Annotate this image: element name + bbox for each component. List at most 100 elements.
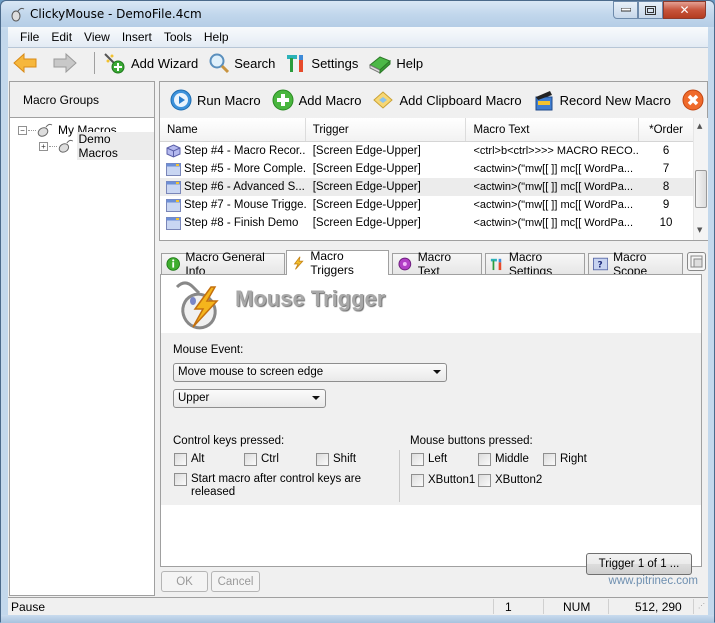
table-row[interactable]: Step #5 - More Comple... [Screen Edge-Up… [160,160,693,178]
scroll-thumb[interactable] [695,170,707,208]
checkbox-box[interactable] [478,453,491,466]
menu-tools[interactable]: Tools [158,30,198,44]
macro-order: 10 [659,217,673,229]
back-arrow-icon [13,52,37,74]
menu-insert[interactable]: Insert [116,30,158,44]
ctrl-checkbox[interactable]: Ctrl [244,453,279,466]
add-clipboard-macro-button[interactable]: Add Clipboard Macro [372,89,522,111]
tab-macro-scope[interactable]: ? Macro Scope [588,250,683,278]
checkbox-box[interactable] [244,453,257,466]
column-header-name[interactable]: Name [160,118,306,141]
table-row[interactable]: Step #6 - Advanced S... [Screen Edge-Upp… [160,178,693,196]
collapse-icon[interactable]: − [18,125,27,135]
mouse-group-icon [58,139,73,153]
table-row[interactable]: Step #8 - Finish Demo [Screen Edge-Upper… [160,214,693,232]
help-button[interactable]: Help [368,52,423,74]
menu-bar: File Edit View Insert Tools Help [8,27,708,48]
scroll-down-icon[interactable]: ▼ [697,226,702,234]
add-wizard-button[interactable]: Add Wizard [103,52,198,74]
left-button-checkbox[interactable]: Left [411,453,447,466]
macro-trigger: [Screen Edge-Upper] [312,199,421,211]
mouse-event-select[interactable]: Move mouse to screen edge [173,363,447,382]
website-link[interactable]: www.pitrinec.com [609,575,698,587]
search-button[interactable]: Search [208,52,275,74]
status-coordinates: 512, 290 [635,600,682,614]
resize-grip-icon[interactable]: ⋰ [698,602,705,610]
record-new-macro-button[interactable]: Record New Macro [533,89,671,111]
play-icon [170,89,192,111]
checkbox-box[interactable] [174,473,187,486]
dock-panel-icon[interactable] [687,252,706,271]
table-row[interactable]: Step #7 - Mouse Trigge... [Screen Edge-U… [160,196,693,214]
macro-order: 9 [662,199,670,211]
back-button[interactable] [12,52,42,74]
middle-button-checkbox[interactable]: Middle [478,453,529,466]
mouse-event-value: Move mouse to screen edge [178,366,324,378]
macro-name: Step #6 - Advanced S... [184,181,305,193]
screen-edge-select[interactable]: Upper [173,389,326,408]
tree-connector [48,145,57,147]
toolbar-separator [94,52,95,74]
maximize-button[interactable] [638,1,663,19]
menu-edit[interactable]: Edit [45,30,78,44]
tree-item-demo-macros[interactable]: + Demo Macros [10,132,155,160]
macro-name: Step #4 - Macro Recor... [184,145,306,157]
settings-tools-icon [287,55,304,72]
add-macro-label: Add Macro [298,92,362,108]
right-button-checkbox[interactable]: Right [543,453,587,466]
pane-splitter[interactable] [159,240,708,245]
help-book-icon [369,56,392,74]
settings-button[interactable]: Settings [285,52,358,74]
tab-macro-triggers[interactable]: Macro Triggers [286,249,389,277]
window-title: ClickyMouse - DemoFile.4cm [30,7,202,21]
menu-help[interactable]: Help [198,30,235,44]
macro-name: Step #5 - More Comple... [184,163,306,175]
shift-checkbox[interactable]: Shift [316,453,356,466]
macro-order: 6 [662,145,670,157]
help-label: Help [396,55,424,71]
ok-button[interactable]: OK [161,571,208,592]
checkbox-box[interactable] [174,453,187,466]
macro-name: Step #8 - Finish Demo [184,217,299,229]
table-row[interactable]: Step #4 - Macro Recor... [Screen Edge-Up… [160,142,693,160]
xbutton1-checkbox[interactable]: XButton1 [411,474,475,487]
minimize-button[interactable] [613,1,638,19]
status-num-lock: NUM [563,600,591,614]
delete-macro-button[interactable]: Dele [682,89,707,111]
run-macro-button[interactable]: Run Macro [170,89,261,111]
macro-text: <actwin>("mw[[ ]] mc[[ WordPa... [473,199,634,211]
macro-text: <actwin>("mw[[ ]] mc[[ WordPa... [473,217,634,229]
menu-file[interactable]: File [14,30,45,44]
macro-tabs: Macro General Info Macro Triggers Macro … [159,249,708,278]
window-icon [166,180,181,194]
tab-macro-settings[interactable]: Macro Settings [485,250,585,278]
checkbox-box[interactable] [478,474,491,487]
checkbox-label: Shift [333,453,357,465]
tab-macro-text[interactable]: Macro Text [392,250,482,278]
close-button[interactable]: ✕ [663,1,706,19]
macro-trigger: [Screen Edge-Upper] [312,163,421,175]
scroll-up-icon[interactable]: ▲ [697,122,702,130]
tree-connector [28,129,36,131]
tab-macro-general-info[interactable]: Macro General Info [161,250,285,278]
start-after-release-checkbox[interactable]: Start macro after control keys are relea… [174,473,374,499]
column-header-order[interactable]: *Order [639,118,693,141]
add-macro-button[interactable]: Add Macro [272,89,362,111]
title-bar[interactable]: ClickyMouse - DemoFile.4cm ✕ [1,1,714,27]
expand-icon[interactable]: + [39,141,48,151]
mouse-trigger-logo-icon [175,281,219,330]
checkbox-box[interactable] [411,474,424,487]
checkbox-box[interactable] [411,453,424,466]
macro-text: <ctrl>b<ctrl>>>> MACRO RECO... [473,145,640,157]
checkbox-box[interactable] [543,453,556,466]
alt-checkbox[interactable]: Alt [174,453,204,466]
status-divider [608,599,609,614]
cancel-button[interactable]: Cancel [211,571,260,592]
column-header-trigger[interactable]: Trigger [306,118,467,141]
macro-list-scrollbar[interactable]: ▲ ▼ [693,118,708,240]
xbutton2-checkbox[interactable]: XButton2 [478,474,542,487]
column-header-macro-text[interactable]: Macro Text [466,118,640,141]
checkbox-box[interactable] [316,453,329,466]
menu-view[interactable]: View [78,30,116,44]
forward-button[interactable] [52,52,82,74]
